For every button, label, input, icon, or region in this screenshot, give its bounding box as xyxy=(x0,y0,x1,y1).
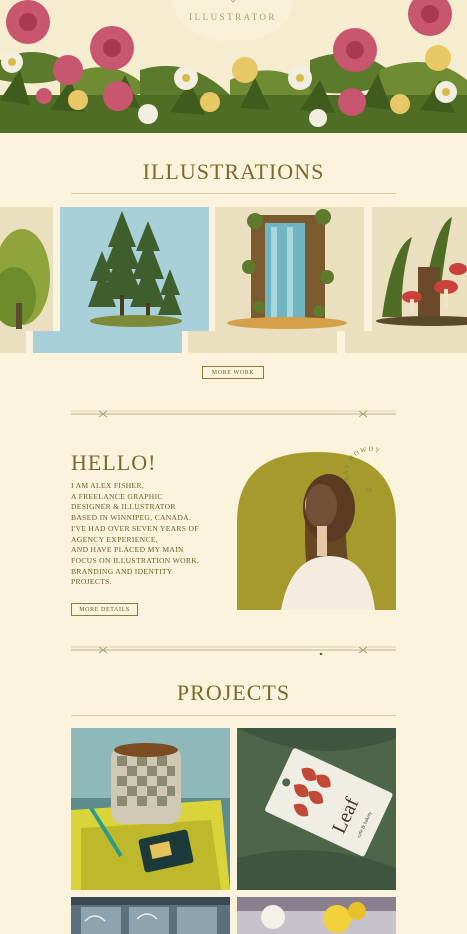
projects-title: PROJECTS xyxy=(176,680,291,705)
project-card[interactable]: Leaf cafe & bakery xyxy=(237,728,396,890)
flower-cup-photo xyxy=(237,897,396,934)
svg-text:HI: HI xyxy=(366,488,372,494)
about-heading: HELLO! xyxy=(71,450,157,475)
window-shop-photo xyxy=(71,897,230,934)
bio-line: AND HAVE PLACED MY MAIN xyxy=(71,545,184,555)
illustration-card[interactable] xyxy=(215,207,364,331)
hero-banner: ILLUSTRATOR xyxy=(0,0,467,133)
illustrations-carousel[interactable] xyxy=(0,207,467,353)
about-bio: I AM ALEX FISHER, A FREELANCE GRAPHIC DE… xyxy=(71,481,221,588)
projects-divider xyxy=(71,715,396,716)
illustration-card[interactable] xyxy=(372,207,467,331)
bio-line: DESIGNER & ILLUSTRATOR xyxy=(71,502,176,512)
willow-tree-illustration xyxy=(0,229,50,329)
waterfall-illustration xyxy=(227,209,347,329)
bio-line: I AM ALEX FISHER, xyxy=(71,481,145,490)
bio-line: FOCUS ON ILLUSTRATION WORK, xyxy=(71,555,200,565)
project-card[interactable] xyxy=(71,897,230,934)
more-work-button[interactable]: MORE WORK xyxy=(202,366,264,379)
svg-text:SAY HOWDY: SAY HOWDY xyxy=(343,446,382,481)
leaf-tag-photo: Leaf cafe & bakery xyxy=(237,728,396,890)
bio-line: A FREELANCE GRAPHIC xyxy=(71,491,163,501)
mushroom-forest-illustration xyxy=(376,217,467,326)
illustration-card[interactable] xyxy=(60,207,209,331)
bio-line: I'VE HAD OVER SEVEN YEARS OF xyxy=(71,523,199,533)
bio-line: BASED IN WINNIPEG, CANADA. xyxy=(71,513,192,523)
illustrations-title: ILLUSTRATIONS xyxy=(142,159,325,184)
svg-text:ILLUSTRATOR: ILLUSTRATOR xyxy=(189,12,277,22)
illustrations-divider xyxy=(71,193,396,194)
project-card[interactable] xyxy=(237,897,396,934)
bio-line: AGENCY EXPERIENCE, xyxy=(71,534,158,544)
bio-line: PROJECTS. xyxy=(71,577,112,587)
say-howdy-badge: SAY HOWDY HI xyxy=(343,446,382,494)
illustrator-badge: ILLUSTRATOR xyxy=(173,0,293,42)
more-details-button[interactable]: MORE DETAILS xyxy=(71,603,138,616)
ornament-divider xyxy=(71,410,396,418)
pine-island-illustration xyxy=(88,211,182,327)
ornament-divider xyxy=(71,646,396,655)
illustration-card[interactable] xyxy=(0,207,53,331)
bio-line: BRANDING AND IDENTITY xyxy=(71,566,173,576)
project-card[interactable] xyxy=(71,728,230,890)
coffee-mug-photo xyxy=(71,728,230,890)
